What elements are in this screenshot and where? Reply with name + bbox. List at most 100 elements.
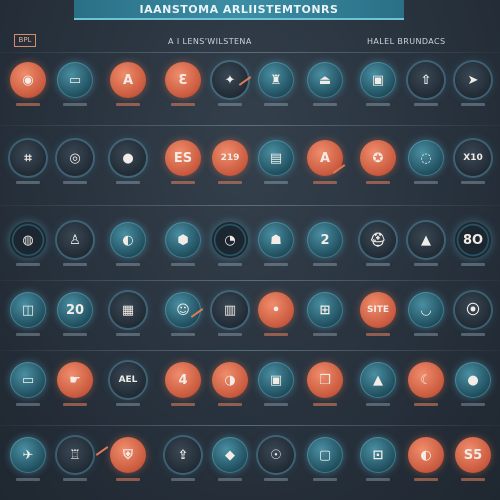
- two-icon[interactable]: 2: [307, 222, 343, 258]
- screen-box-icon[interactable]: ▢: [307, 437, 343, 473]
- icon-glyph: ☺: [176, 302, 190, 318]
- icon-glyph: ♜: [270, 72, 282, 88]
- icon-glyph: ⛑: [369, 232, 387, 248]
- caption-line: [16, 333, 40, 336]
- tablet-icon[interactable]: ▭: [10, 362, 46, 398]
- flask-icon[interactable]: ⏏: [307, 62, 343, 98]
- drum-icon[interactable]: ◫: [10, 292, 46, 328]
- device-icon[interactable]: ▣: [360, 62, 396, 98]
- lamp-icon[interactable]: ☉: [258, 437, 294, 473]
- caption-line: [218, 478, 242, 481]
- caption-line: [171, 478, 195, 481]
- icon-glyph: ⏏: [318, 72, 332, 88]
- icon-glyph: ☉: [270, 447, 282, 463]
- icon-row: ◍ ♙ ◐ ⬢ ◔ ☗ 2 ⛑ ▲ 8O: [0, 222, 500, 282]
- number-icon[interactable]: X10: [455, 140, 491, 176]
- screen-icon[interactable]: Ɛ: [165, 62, 201, 98]
- icon-glyph: 219: [220, 152, 240, 163]
- robot-icon[interactable]: ♜: [258, 62, 294, 98]
- crystal-icon[interactable]: ◆: [212, 437, 248, 473]
- pulse-icon[interactable]: ◑: [212, 362, 248, 398]
- book-icon[interactable]: ▥: [212, 292, 248, 328]
- jar-icon[interactable]: ⊡: [360, 437, 396, 473]
- castle-icon[interactable]: ♖: [57, 437, 93, 473]
- icon-glyph: ❒: [319, 372, 331, 388]
- globe-icon[interactable]: ◉: [10, 62, 46, 98]
- display-icon[interactable]: ▤: [258, 140, 294, 176]
- icon-glyph: S5: [463, 447, 483, 463]
- radish-icon[interactable]: ✪: [360, 140, 396, 176]
- caption-line: [16, 263, 40, 266]
- icon-glyph: SITE: [366, 304, 390, 315]
- caption-line: [116, 478, 140, 481]
- four-icon[interactable]: 4: [165, 362, 201, 398]
- icon-glyph: AEL: [118, 374, 138, 385]
- label-icon[interactable]: AEL: [110, 362, 146, 398]
- icon-glyph: •: [271, 302, 281, 318]
- mountain-icon[interactable]: ▲: [360, 362, 396, 398]
- bot-icon[interactable]: ☗: [258, 222, 294, 258]
- caption-line: [461, 478, 485, 481]
- dial-icon[interactable]: ◔: [212, 222, 248, 258]
- hex-icon[interactable]: ⬢: [165, 222, 201, 258]
- planet-icon[interactable]: ◐: [110, 222, 146, 258]
- compass-icon[interactable]: ➤: [455, 62, 491, 98]
- orbit-icon[interactable]: ◌: [408, 140, 444, 176]
- score-icon[interactable]: 8O: [455, 222, 491, 258]
- sensor-icon[interactable]: ⦿: [455, 292, 491, 328]
- person-icon[interactable]: ☺: [165, 292, 201, 328]
- caption-line: [218, 333, 242, 336]
- icon-glyph: 8O: [462, 232, 484, 248]
- icon-glyph: ⌗: [24, 150, 32, 166]
- gauge-icon[interactable]: ⌗: [10, 140, 46, 176]
- icon-glyph: ⦿: [466, 302, 480, 318]
- fish-icon[interactable]: ◐: [408, 437, 444, 473]
- caption-line: [414, 478, 438, 481]
- sphere-icon[interactable]: 20: [57, 292, 93, 328]
- bird-icon[interactable]: ✈: [10, 437, 46, 473]
- caption-line: [461, 103, 485, 106]
- monitor-icon[interactable]: ▭: [57, 62, 93, 98]
- icon-row: ⌗ ◎ ● ES 219 ▤ A ✪ ◌ X10: [0, 140, 500, 200]
- caption-line: [461, 403, 485, 406]
- caption-line: [366, 181, 390, 184]
- chip-icon[interactable]: ES: [165, 140, 201, 176]
- hand-icon[interactable]: ☛: [57, 362, 93, 398]
- caption-line: [461, 263, 485, 266]
- letter-a-icon[interactable]: A: [110, 62, 146, 98]
- figure-icon[interactable]: ♙: [57, 222, 93, 258]
- panel-icon[interactable]: ▦: [110, 292, 146, 328]
- caption-line: [313, 181, 337, 184]
- caption-line: [366, 333, 390, 336]
- flame-icon[interactable]: ▲: [408, 222, 444, 258]
- grade-icon[interactable]: S5: [455, 437, 491, 473]
- radar-icon[interactable]: ◍: [10, 222, 46, 258]
- badge-icon[interactable]: SITE: [360, 292, 396, 328]
- caption-line: [414, 103, 438, 106]
- arrow-up-icon[interactable]: ⇧: [408, 62, 444, 98]
- dot-icon[interactable]: •: [258, 292, 294, 328]
- caption-line: [313, 103, 337, 106]
- icon-glyph: ▭: [21, 372, 35, 388]
- shield-icon[interactable]: ⛨: [110, 437, 146, 473]
- caption-line: [264, 263, 288, 266]
- counter-icon[interactable]: 219: [212, 140, 248, 176]
- caption-line: [218, 263, 242, 266]
- page-title: IAANSTOMA ARLIISTEMTONRS: [74, 0, 404, 20]
- icon-glyph: ▢: [318, 447, 332, 463]
- cup-icon[interactable]: ◡: [408, 292, 444, 328]
- ball-icon[interactable]: ●: [455, 362, 491, 398]
- divider: [0, 52, 500, 53]
- eye-icon[interactable]: ◎: [57, 140, 93, 176]
- caption-line: [116, 103, 140, 106]
- icon-glyph: ES: [173, 150, 193, 166]
- cube-icon[interactable]: ▣: [258, 362, 294, 398]
- caption-line: [414, 263, 438, 266]
- helmet-icon[interactable]: ⛑: [360, 222, 396, 258]
- lens-icon[interactable]: ●: [110, 140, 146, 176]
- calc-icon[interactable]: ⊞: [307, 292, 343, 328]
- box-icon[interactable]: ❒: [307, 362, 343, 398]
- moon-icon[interactable]: ☾: [408, 362, 444, 398]
- rocket-icon[interactable]: ⇪: [165, 437, 201, 473]
- caption-line: [313, 333, 337, 336]
